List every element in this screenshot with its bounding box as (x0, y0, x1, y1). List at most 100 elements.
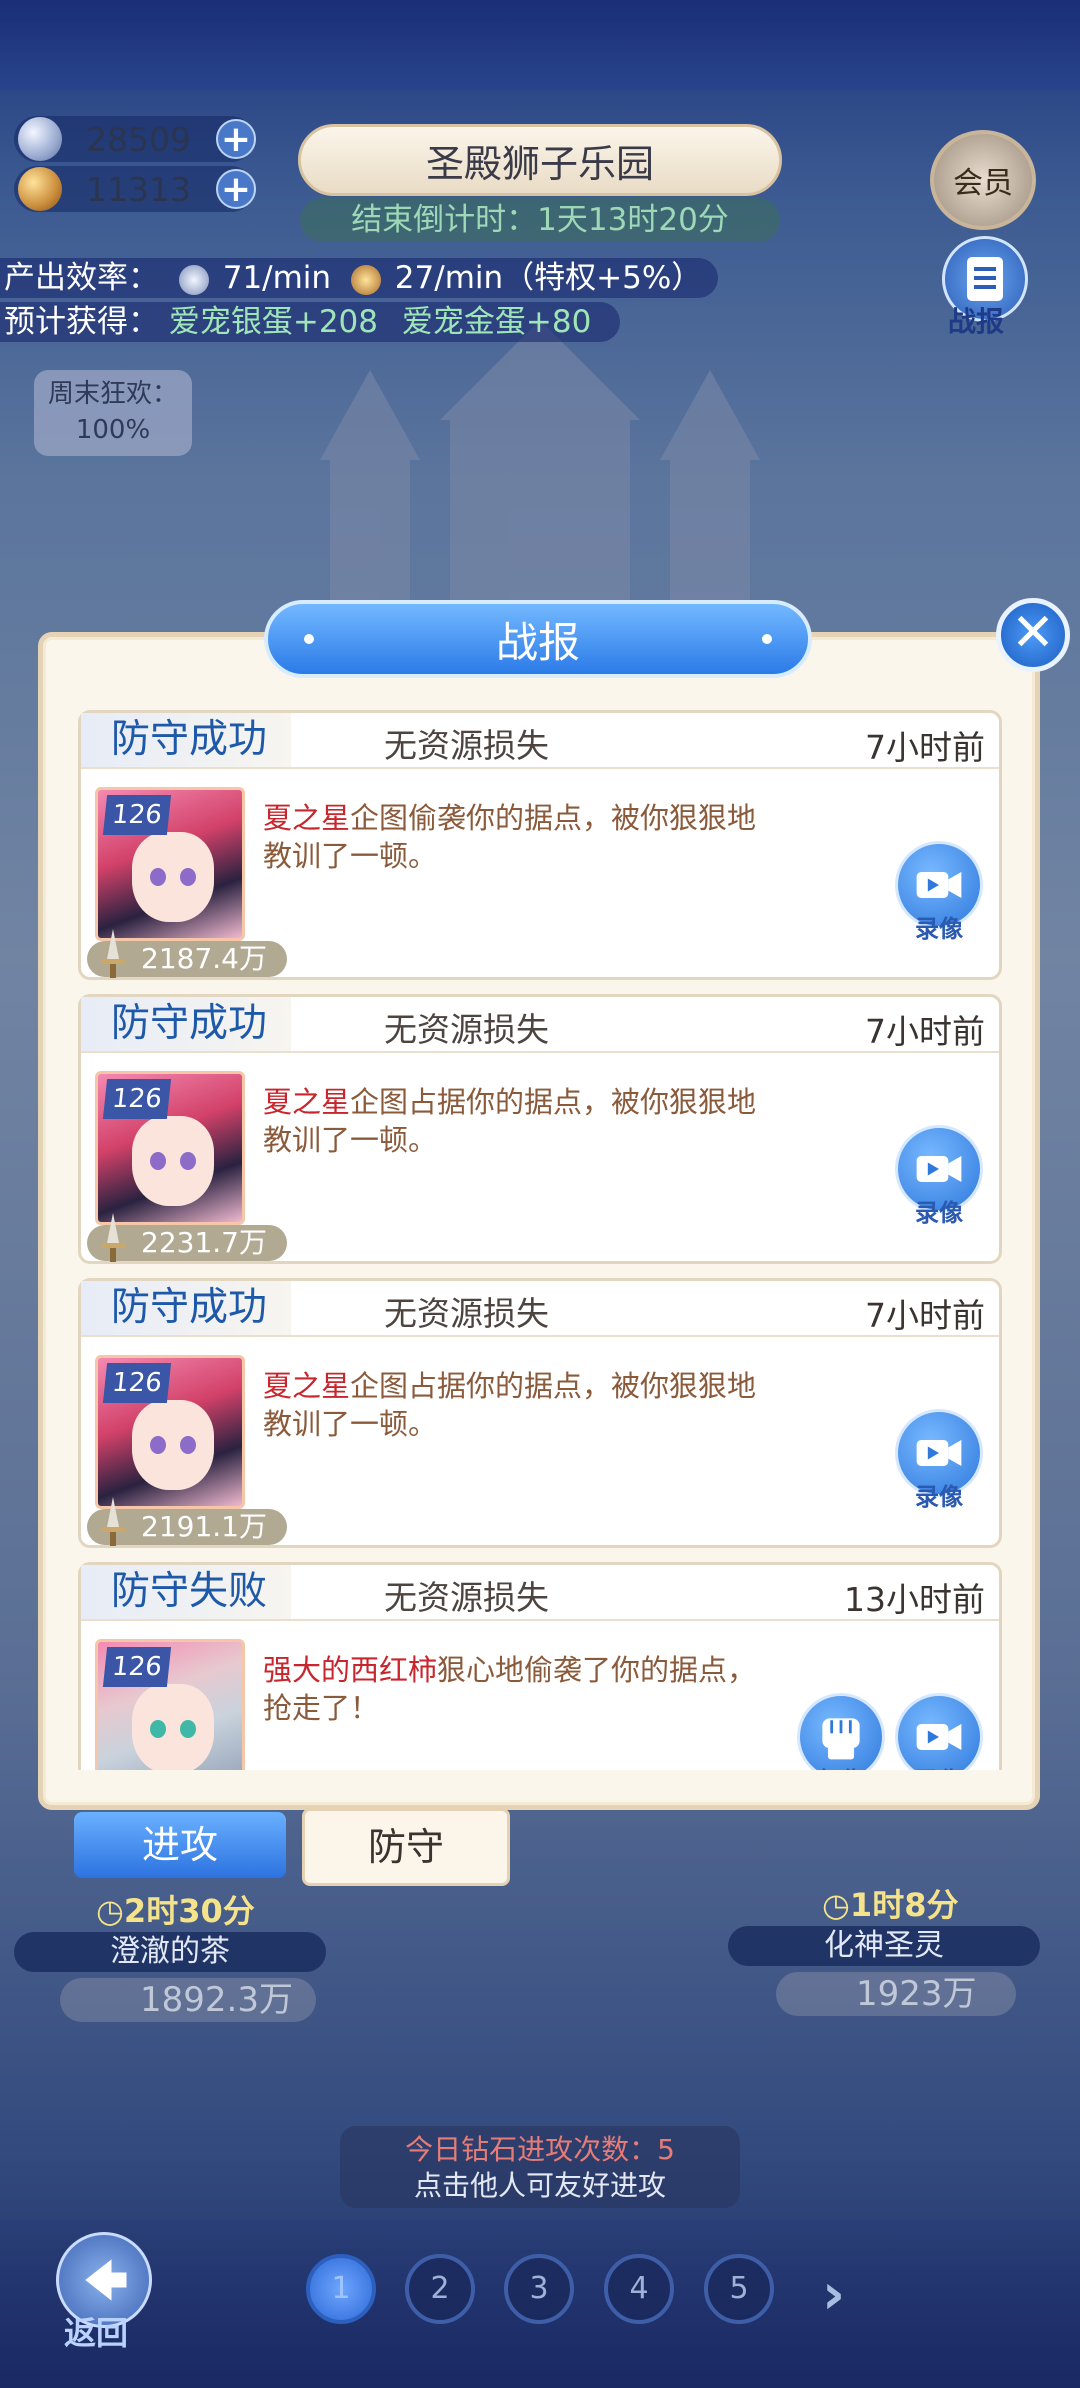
revenge-button[interactable] (797, 1693, 885, 1770)
report-result: 防守成功 (81, 713, 291, 767)
report-loss: 无资源损失 (384, 726, 549, 765)
right-player-name[interactable]: 化神圣灵 (728, 1926, 1040, 1966)
stage-title: 圣殿狮子乐园 (298, 124, 782, 196)
clock-icon: ◷ (822, 1886, 850, 1924)
avatar-eye (150, 1720, 166, 1738)
page-2-button[interactable]: 2 (405, 2254, 475, 2324)
replay-label: 录像 (915, 1483, 963, 1511)
report-header: 防守成功 无资源损失 7小时前 (81, 1281, 999, 1337)
report-header: 防守成功 无资源损失 7小时前 (81, 713, 999, 769)
add-gold-button[interactable]: + (216, 169, 256, 209)
avatar-eye (150, 1436, 166, 1454)
replay-label: 录像 (915, 1199, 963, 1227)
report-time: 13小时前 (844, 1580, 985, 1619)
avatar-eye (180, 1436, 196, 1454)
attacker-level: 126 (102, 1363, 172, 1403)
report-card: 防守成功 无资源损失 7小时前 126 2187.4万 夏之星企图偷袭你的据点，… (78, 710, 1002, 980)
right-player-power: 1923万 (776, 1972, 1016, 2016)
replay-button[interactable] (895, 1693, 983, 1770)
expected-gain-row: 预计获得： 爱宠银蛋+208 爱宠金蛋+80 (0, 302, 620, 342)
end-countdown: 结束倒计时：1天13时20分 (300, 198, 780, 242)
output-gold: 27/min（特权+5%） (394, 260, 703, 296)
close-button[interactable]: ✕ (996, 598, 1070, 672)
next-page-button[interactable]: › (822, 2262, 845, 2327)
attacker-name[interactable]: 夏之星 (263, 1085, 350, 1119)
right-player-timer: ◷1时8分 (822, 1880, 958, 1926)
attacker-level: 126 (102, 795, 172, 835)
tab-attack[interactable]: 进攻 (74, 1812, 286, 1878)
vip-label: 会员 (953, 166, 1013, 201)
back-label: 返回 (64, 2314, 129, 2352)
silver-currency: 28509 + (14, 116, 256, 162)
left-player-name[interactable]: 澄澈的茶 (14, 1932, 326, 1972)
avatar-eye (180, 868, 196, 886)
attacker-level: 126 (102, 1647, 172, 1687)
right-player-timer-text: 1时8分 (849, 1886, 959, 1924)
tab-defend[interactable]: 防守 (302, 1808, 510, 1886)
clock-icon: ◷ (96, 1892, 124, 1930)
report-card: 防守成功 无资源损失 7小时前 126 2231.7万 夏之星企图占据你的据点，… (78, 994, 1002, 1264)
attacker-name[interactable]: 强大的西红柿 (263, 1653, 437, 1687)
expected-label: 预计获得： (4, 304, 159, 340)
fist-icon (822, 1718, 860, 1760)
page-5-button[interactable]: 5 (704, 2254, 774, 2324)
report-result: 防守成功 (81, 997, 291, 1051)
gold-amount: 11313 (86, 169, 191, 209)
left-player-power-text: 1892.3万 (140, 1980, 293, 2020)
left-player-power: 1892.3万 (60, 1978, 316, 2022)
report-card: 防守成功 无资源损失 7小时前 126 2191.1万 夏之星企图占据你的据点，… (78, 1278, 1002, 1548)
silver-egg-icon (18, 117, 62, 161)
report-message: 强大的西红柿狠心地偷袭了你的据点，抢走了！ (263, 1651, 763, 1727)
report-header: 防守成功 无资源损失 7小时前 (81, 997, 999, 1053)
avatar-face (132, 1684, 214, 1770)
report-time: 7小时前 (865, 1296, 985, 1335)
left-player-timer: ◷2时30分 (96, 1886, 255, 1932)
report-message: 夏之星企图占据你的据点，被你狠狠地教训了一顿。 (263, 1083, 763, 1159)
report-time: 7小时前 (865, 1012, 985, 1051)
avatar-face (132, 832, 214, 922)
report-loss: 无资源损失 (384, 1578, 549, 1617)
replay-label: 录像 (895, 1761, 983, 1770)
sword-icon (101, 929, 125, 978)
diamond-attack-count: 今日钻石进攻次数：5 (405, 2133, 675, 2166)
page-4-button[interactable]: 4 (604, 2254, 674, 2324)
attacker-name[interactable]: 夏之星 (263, 801, 350, 835)
silver-amount: 28509 (86, 119, 191, 159)
right-player-power-text: 1923万 (856, 1974, 977, 2014)
report-list[interactable]: 防守成功 无资源损失 7小时前 126 2187.4万 夏之星企图偷袭你的据点，… (78, 710, 1002, 1770)
page-1-button[interactable]: 1 (306, 2254, 376, 2324)
friendly-attack-hint: 点击他人可友好进攻 (413, 2169, 666, 2202)
title-ornament (762, 634, 772, 644)
silver-egg-icon (178, 264, 209, 295)
replay-label: 录像 (915, 915, 963, 943)
expected-gold: 爱宠金蛋+80 (401, 304, 592, 340)
sword-icon (101, 1213, 125, 1262)
dialog-title: 战报 (264, 600, 812, 678)
report-result: 防守成功 (81, 1281, 291, 1335)
weekend-value: 100% (75, 415, 151, 445)
attacker-name[interactable]: 夏之星 (263, 1369, 350, 1403)
avatar-eye (150, 868, 166, 886)
report-card: 防守失败 无资源损失 13小时前 126 强大的西红柿狠心地偷袭了你的据点，抢走… (78, 1562, 1002, 1770)
video-camera-icon (916, 1723, 962, 1751)
left-player-timer-text: 2时30分 (123, 1892, 255, 1930)
gold-currency: 11313 + (14, 166, 256, 212)
report-result: 防守失败 (81, 1565, 291, 1619)
vip-button[interactable]: 会员 (930, 130, 1036, 230)
weekend-label: 周末狂欢： (47, 379, 178, 409)
avatar-face (132, 1116, 214, 1206)
weekend-bonus: 周末狂欢： 100% (34, 370, 192, 456)
expected-silver: 爱宠银蛋+208 (168, 304, 379, 340)
report-loss: 无资源损失 (384, 1010, 549, 1049)
report-message: 夏之星企图占据你的据点，被你狠狠地教训了一顿。 (263, 1367, 763, 1443)
title-ornament (304, 634, 314, 644)
page-3-button[interactable]: 3 (504, 2254, 574, 2324)
add-silver-button[interactable]: + (216, 119, 256, 159)
attack-notice: 今日钻石进攻次数：5 点击他人可友好进攻 (340, 2126, 740, 2208)
avatar-eye (150, 1152, 166, 1170)
output-silver: 71/min (222, 260, 332, 296)
revenge-label: 复仇 (797, 1761, 885, 1770)
dialog-title-text: 战报 (495, 617, 580, 667)
report-message: 夏之星企图偷袭你的据点，被你狠狠地教训了一顿。 (263, 799, 763, 875)
gold-egg-icon (350, 264, 381, 295)
